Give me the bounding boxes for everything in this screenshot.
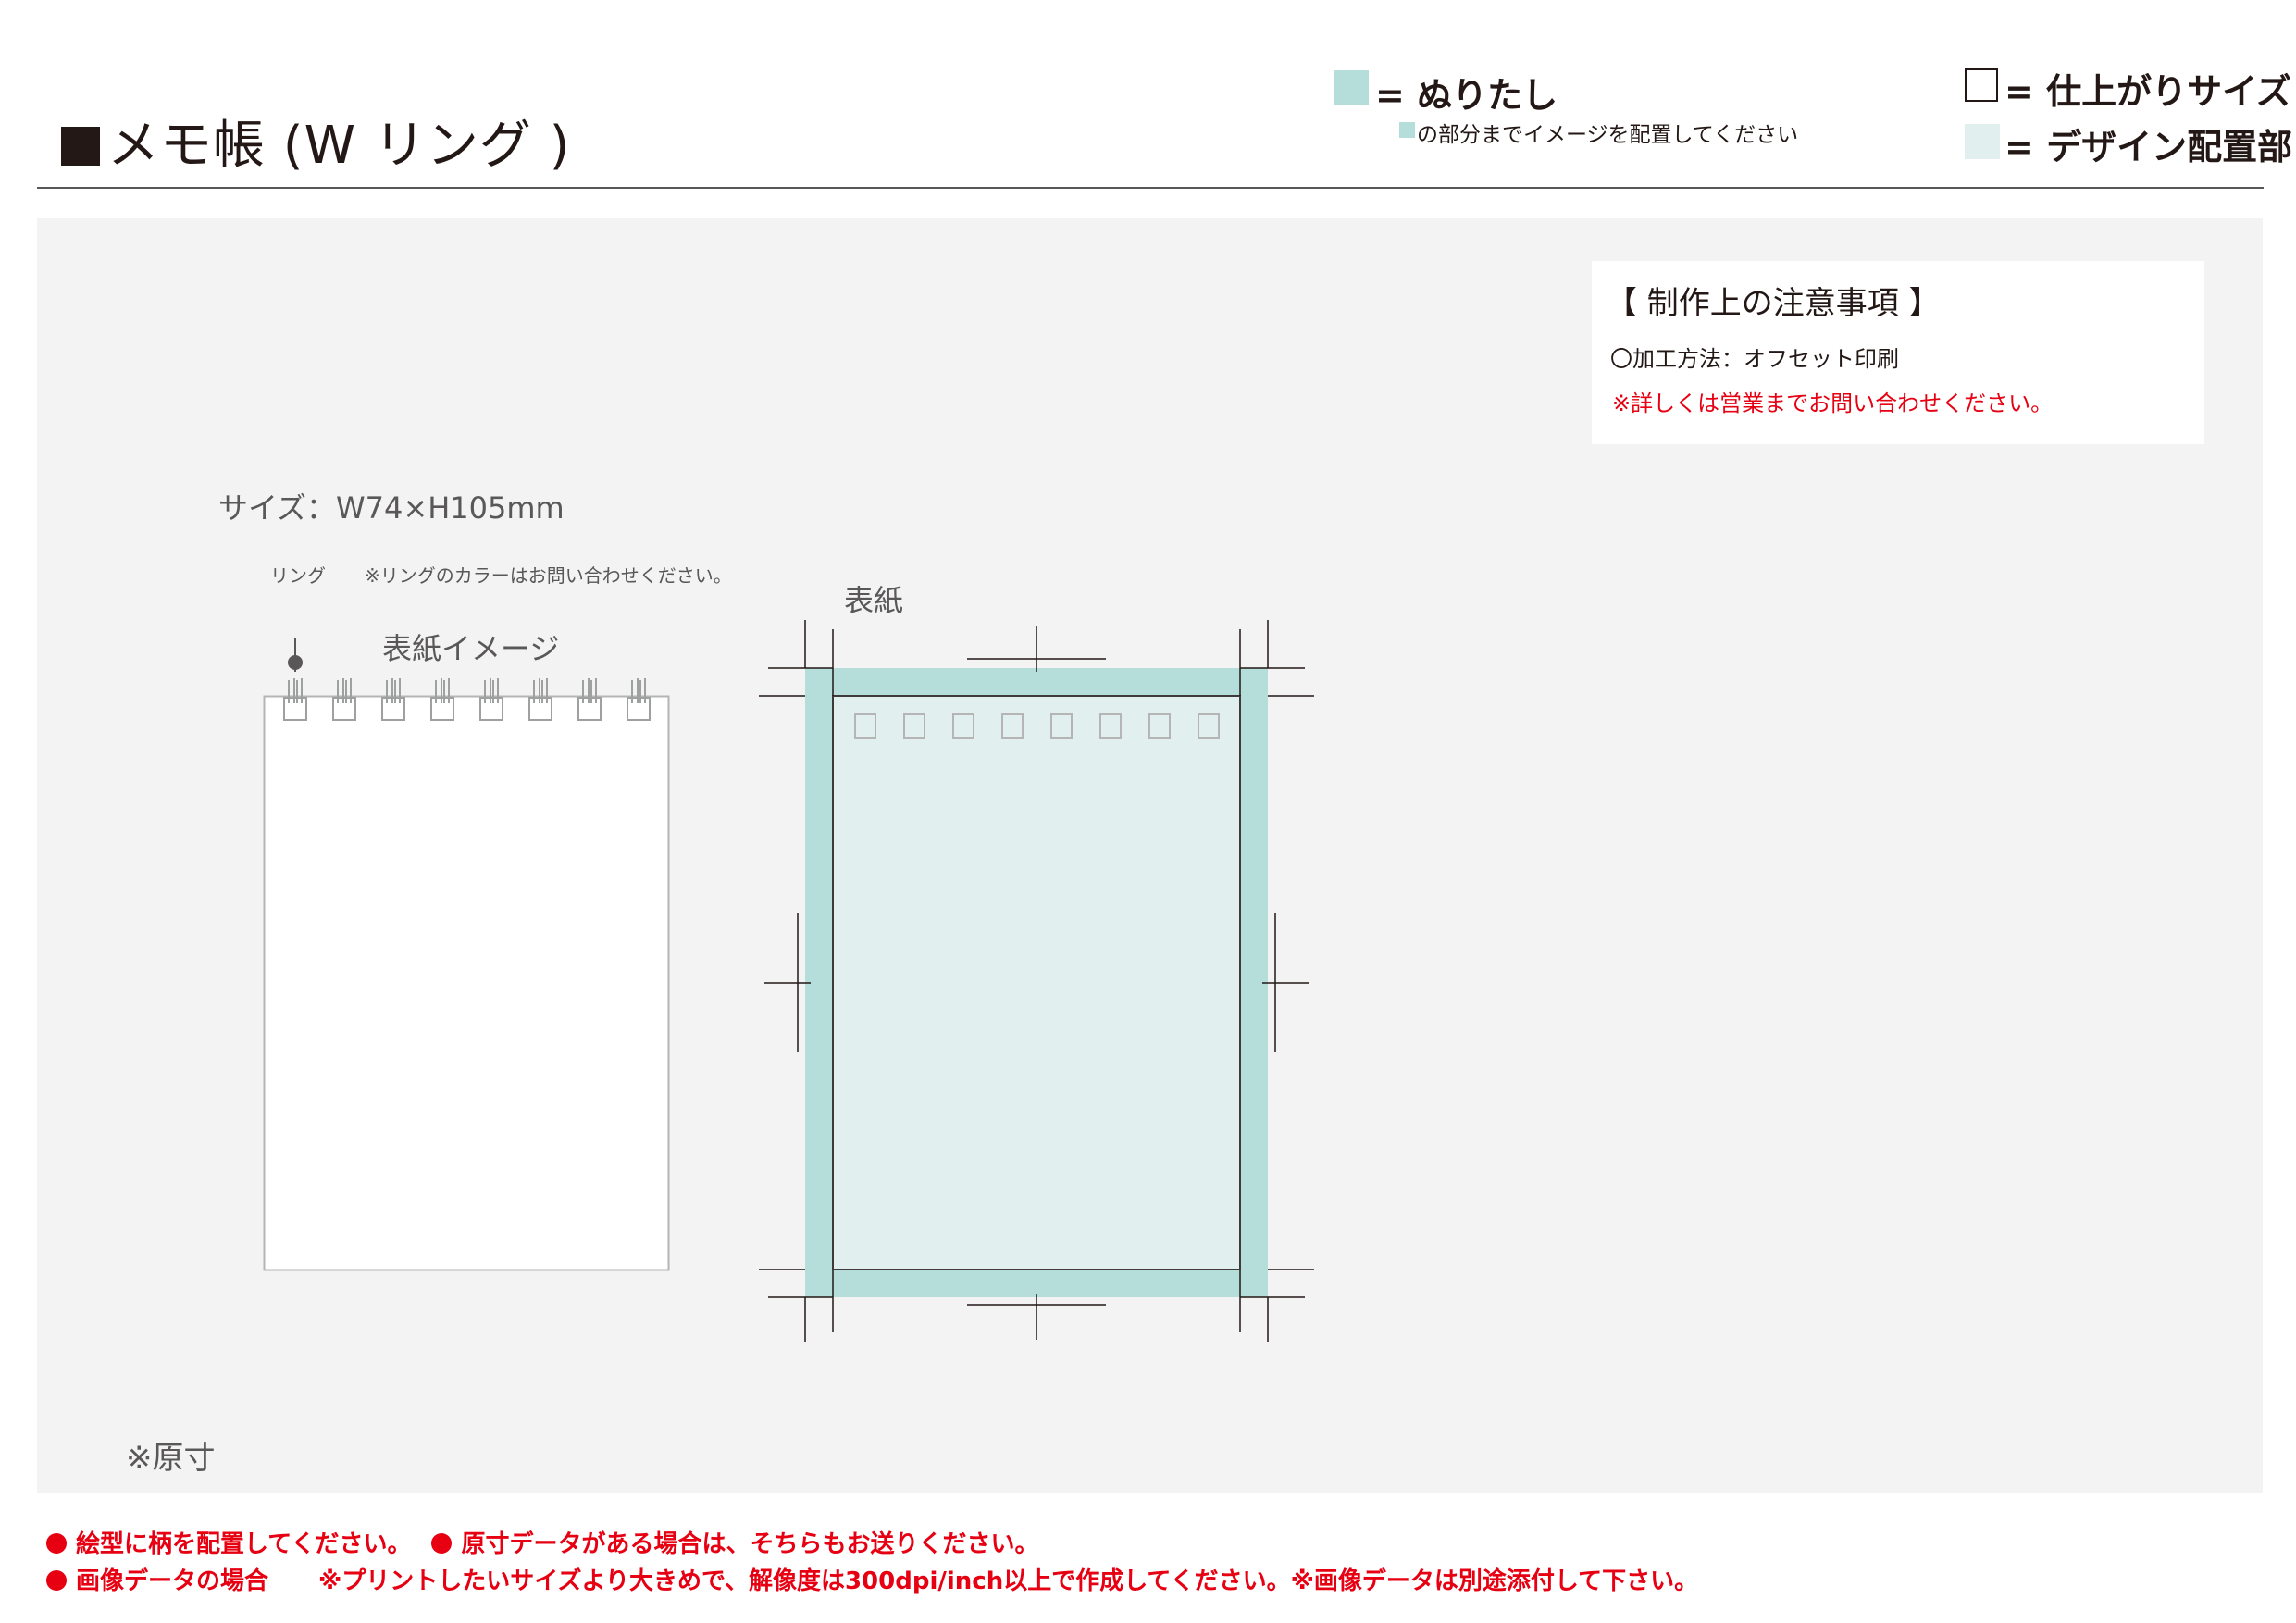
ring-note: ※リングのカラーはお問い合わせください。 xyxy=(365,564,732,587)
notebook-body xyxy=(263,695,670,1271)
actual-size-note: ※原寸 xyxy=(126,1440,216,1477)
trim-swatch xyxy=(1965,68,1998,102)
ring-2 xyxy=(332,678,356,721)
footer-line-1a: 絵型に柄を配置してください。 xyxy=(76,1530,412,1558)
ring-pointer-dot xyxy=(288,655,303,670)
header-divider xyxy=(37,187,2264,189)
ring-label: リング xyxy=(270,564,326,587)
footer-line-1: 絵型に柄を配置してください。 原寸データがある場合は、そちらもお送りください。 xyxy=(46,1525,1038,1559)
notes-title: 【 制作上の注意事項 】 xyxy=(1606,285,1941,322)
ring-1 xyxy=(283,678,307,721)
bullet-icon xyxy=(431,1533,453,1554)
title-square-icon xyxy=(61,127,100,166)
ring-7 xyxy=(577,678,602,721)
design-legend-label: = デザイン配置部 xyxy=(2004,127,2293,167)
center-mark-left xyxy=(764,913,811,1052)
bullet-icon xyxy=(46,1570,67,1591)
trim-line xyxy=(832,695,1241,1270)
bleed-mini-swatch xyxy=(1399,122,1415,138)
bleed-swatch xyxy=(1334,70,1369,105)
notes-contact: ※詳しくは営業までお問い合わせください。 xyxy=(1612,390,2054,416)
center-mark-top xyxy=(967,626,1106,672)
page-title: メモ帳 (W リング ) xyxy=(61,104,570,179)
bleed-legend-label: = ぬりたし xyxy=(1375,75,1558,116)
footer-line-2: 画像データの場合 ※プリントしたいサイズより大きめで、解像度は300dpi/inc… xyxy=(46,1562,1698,1596)
design-swatch xyxy=(1965,124,2000,159)
footer-line-1b: 原寸データがある場合は、そちらもお送りください。 xyxy=(461,1530,1039,1558)
bullet-icon xyxy=(46,1533,67,1554)
cover-image-illustration xyxy=(263,638,670,1271)
bleed-legend-note: の部分までイメージを配置してください xyxy=(1417,123,1799,147)
center-mark-bottom xyxy=(967,1294,1106,1340)
center-mark-right xyxy=(1262,913,1309,1052)
page-title-text: メモ帳 (W リング ) xyxy=(107,116,571,176)
size-label: サイズ：W74×H105mm xyxy=(218,490,565,526)
cover-template xyxy=(759,620,1314,1342)
footer-line-2b: ※プリントしたいサイズより大きめで、解像度は300dpi/inch以上で作成して… xyxy=(318,1567,1699,1595)
ring-3 xyxy=(381,678,405,721)
ring-6 xyxy=(528,678,552,721)
ring-8 xyxy=(627,678,651,721)
cover-label: 表紙 xyxy=(844,583,904,618)
ring-4 xyxy=(430,678,454,721)
trim-legend-label: = 仕上がりサイズ xyxy=(2004,71,2291,112)
ring-5 xyxy=(479,678,503,721)
footer-line-2a: 画像データの場合 xyxy=(76,1567,269,1595)
notes-method: 〇加工方法：オフセット印刷 xyxy=(1610,346,1899,372)
